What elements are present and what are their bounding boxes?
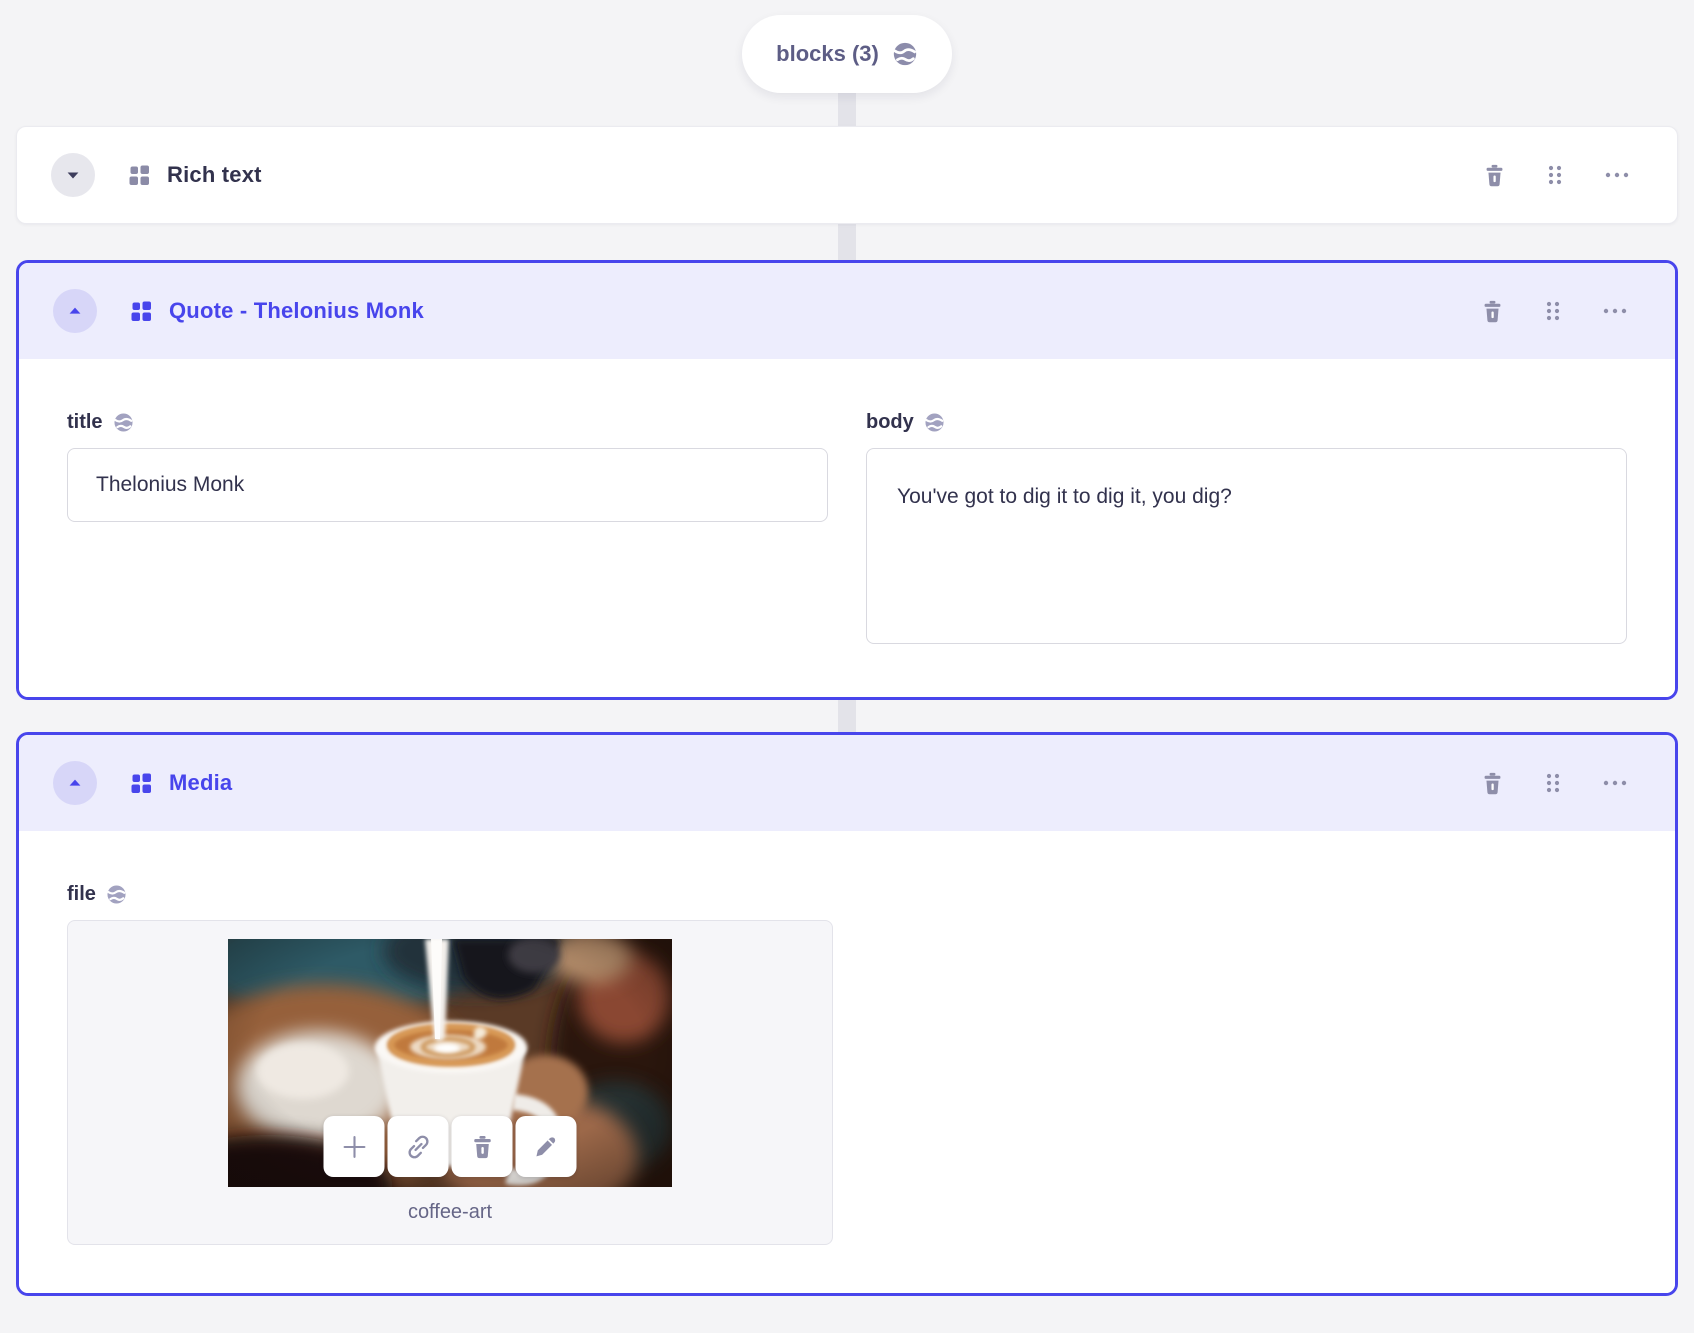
block-rich-text: Rich text xyxy=(16,126,1678,224)
drag-handle-icon[interactable] xyxy=(1543,771,1563,795)
edit-asset-button[interactable] xyxy=(515,1116,577,1177)
chevron-up-icon xyxy=(65,301,85,321)
drag-handle-icon[interactable] xyxy=(1543,299,1563,323)
field-body: body You've got to dig it to dig it, you… xyxy=(866,411,1627,649)
more-options-button[interactable] xyxy=(1603,163,1631,187)
more-options-button[interactable] xyxy=(1601,771,1629,795)
field-file: file coffee-art xyxy=(67,883,1627,1245)
blocks-count-label: blocks (3) xyxy=(776,41,879,66)
globe-icon xyxy=(892,41,918,67)
body-textarea[interactable]: You've got to dig it to dig it, you dig? xyxy=(866,448,1627,644)
block-title: Rich text xyxy=(167,162,262,187)
localization-globe-icon xyxy=(106,884,127,905)
link-asset-button[interactable] xyxy=(387,1116,449,1177)
link-icon xyxy=(407,1135,429,1158)
delete-block-button[interactable] xyxy=(1480,299,1505,324)
block-header: Quote - Thelonius Monk xyxy=(19,263,1675,359)
title-input[interactable] xyxy=(67,448,828,522)
field-label: file xyxy=(67,883,96,905)
add-icon xyxy=(343,1135,365,1158)
thumbnail-action-bar xyxy=(323,1116,577,1177)
delete-block-button[interactable] xyxy=(1482,163,1507,188)
block-header: Media xyxy=(19,735,1675,831)
delete-asset-button[interactable] xyxy=(451,1116,513,1177)
delete-block-button[interactable] xyxy=(1480,771,1505,796)
block-media: Media file coffee-art xyxy=(16,732,1678,1296)
drag-handle-icon[interactable] xyxy=(1545,163,1565,187)
chevron-down-icon xyxy=(63,165,83,185)
field-title: title xyxy=(67,411,828,649)
field-label: title xyxy=(67,411,103,433)
field-label: body xyxy=(866,411,914,433)
expand-block-button[interactable] xyxy=(51,153,95,197)
collapse-block-button[interactable] xyxy=(53,761,97,805)
file-thumbnail[interactable] xyxy=(228,939,672,1187)
block-type-grid-icon xyxy=(127,163,151,187)
file-preview-box: coffee-art xyxy=(67,920,833,1245)
edit-icon xyxy=(536,1137,556,1157)
blocks-count-pill[interactable]: blocks (3) xyxy=(742,15,952,93)
collapse-block-button[interactable] xyxy=(53,289,97,333)
localization-globe-icon xyxy=(924,412,945,433)
chevron-up-icon xyxy=(65,773,85,793)
file-name-caption: coffee-art xyxy=(407,1201,493,1223)
localization-globe-icon xyxy=(113,412,134,433)
block-quote: Quote - Thelonius Monk title Thelonius M… xyxy=(16,260,1678,700)
more-options-button[interactable] xyxy=(1601,299,1629,323)
block-type-grid-icon xyxy=(129,771,153,795)
block-type-grid-icon xyxy=(129,299,153,323)
add-asset-button[interactable] xyxy=(323,1116,385,1177)
block-title: Quote - Thelonius Monk xyxy=(169,298,424,323)
block-title: Media xyxy=(169,770,233,795)
trash-icon xyxy=(473,1135,491,1158)
